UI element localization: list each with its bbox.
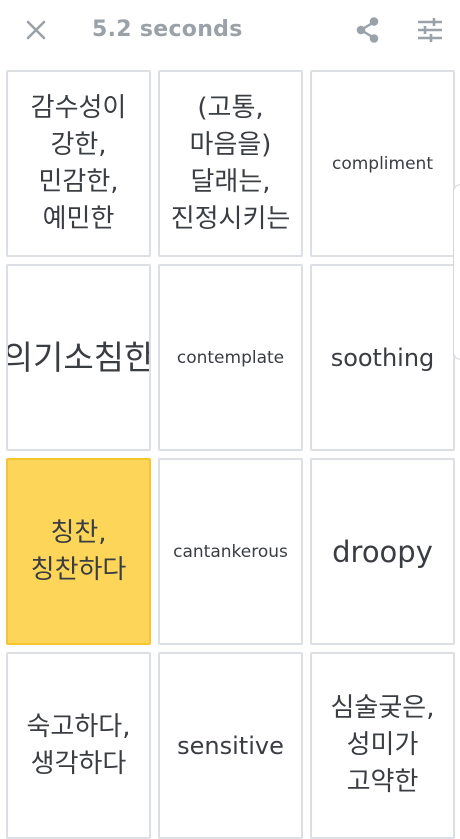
match-tile[interactable]: contemplate — [158, 264, 303, 451]
tile-text: droopy — [332, 534, 433, 569]
timer-text: 5.2 seconds — [92, 17, 243, 42]
match-grid: 감수성이 강한, 민감한, 예민한 (고통, 마음을) 달래는, 진정시키는 c… — [6, 70, 455, 839]
match-tile[interactable]: 감수성이 강한, 민감한, 예민한 — [6, 70, 151, 257]
tile-text: (고통, 마음을) 달래는, 진정시키는 — [170, 92, 291, 234]
tile-text: 칭찬, 칭찬하다 — [30, 517, 127, 585]
match-tile[interactable]: 심술궂은, 성미가 고약한 — [310, 652, 455, 839]
tile-text: contemplate — [176, 347, 285, 368]
match-tile[interactable]: 숙고하다, 생각하다 — [6, 652, 151, 839]
match-tile[interactable]: droopy — [310, 458, 455, 645]
tile-text: soothing — [330, 343, 435, 372]
tile-text: 감수성이 강한, 민감한, 예민한 — [30, 92, 127, 234]
match-tile[interactable]: 칭찬, 칭찬하다 — [6, 458, 151, 645]
top-bar: 5.2 seconds — [0, 0, 460, 60]
close-icon — [26, 20, 46, 40]
tile-text: 심술궂은, 성미가 고약한 — [330, 693, 435, 797]
match-tile[interactable]: sensitive — [158, 652, 303, 839]
edge-panel-handle[interactable] — [453, 184, 460, 360]
match-tile[interactable]: cantankerous — [158, 458, 303, 645]
tile-text: compliment — [331, 153, 433, 174]
match-tile[interactable]: 의기소침한 — [6, 264, 151, 451]
share-button[interactable] — [348, 10, 388, 50]
tile-text: cantankerous — [173, 541, 288, 562]
tile-text: 의기소침한 — [6, 337, 151, 377]
settings-button[interactable] — [410, 10, 450, 50]
tile-text: sensitive — [177, 731, 284, 760]
match-tile[interactable]: (고통, 마음을) 달래는, 진정시키는 — [158, 70, 303, 257]
match-tile[interactable]: compliment — [310, 70, 455, 257]
share-icon — [356, 17, 379, 43]
sliders-icon — [418, 18, 442, 42]
close-button[interactable] — [16, 10, 56, 50]
match-tile[interactable]: soothing — [310, 264, 455, 451]
tile-text: 숙고하다, 생각하다 — [26, 711, 131, 779]
